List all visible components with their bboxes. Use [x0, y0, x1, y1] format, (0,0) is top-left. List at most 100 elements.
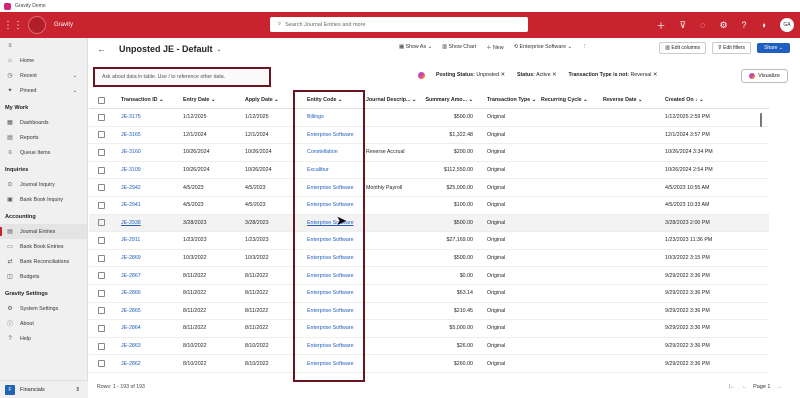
sidebar-item-home[interactable]: ⌂ Home	[0, 53, 87, 68]
entity-code-link[interactable]: Enterprise Software	[299, 308, 361, 314]
sidebar-item-recent[interactable]: ◷ Recent ⌄	[0, 68, 87, 83]
transaction-id-link[interactable]: JE-2911	[113, 237, 175, 243]
transaction-id-link[interactable]: JE-2941	[113, 202, 175, 208]
gear-icon[interactable]: ⚙	[719, 20, 727, 31]
row-checkbox[interactable]	[89, 272, 113, 280]
more-commands-icon[interactable]: ⋮	[582, 44, 587, 50]
show-chart-button[interactable]: ▥ Show Chart	[442, 44, 476, 50]
table-row[interactable]: JE-2938 3/28/2023 3/28/2023 Enterprise Soft…	[89, 214, 769, 233]
copilot-icon[interactable]: ◑	[761, 20, 766, 30]
add-icon[interactable]: ＋	[657, 19, 666, 32]
entity-code-link[interactable]: Enterprise Software	[299, 273, 361, 279]
new-button[interactable]: ＋ New	[486, 43, 503, 51]
table-row[interactable]: JE-2865 8/11/2022 8/11/2022 Enterprise Soft…	[89, 303, 769, 321]
row-checkbox[interactable]	[89, 360, 113, 368]
row-checkbox[interactable]	[89, 201, 113, 209]
entity-code-link[interactable]: Enterprise Software	[299, 255, 361, 261]
select-all-checkbox[interactable]	[89, 96, 113, 104]
filter-icon[interactable]: ⊽	[680, 20, 687, 31]
entity-code-link[interactable]: Constellation	[299, 149, 361, 155]
transaction-id-link[interactable]: JE-2867	[113, 273, 175, 279]
transaction-id-link[interactable]: JE-3109	[113, 167, 175, 173]
remove-filter-icon[interactable]: ✕	[499, 72, 505, 78]
column-header[interactable]: Transaction Type ⌄	[479, 97, 539, 103]
ask-copilot-input[interactable]: Ask about data in table. Use / to refere…	[93, 67, 271, 87]
sidebar-item-help[interactable]: ? Help	[0, 331, 87, 346]
entity-code-link[interactable]: Billings	[299, 114, 361, 120]
transaction-id-link[interactable]: JE-2942	[113, 185, 175, 191]
copilot-icon[interactable]	[418, 72, 425, 79]
column-header[interactable]: Entity Code ⌄	[299, 97, 361, 103]
transaction-id-link[interactable]: JE-2866	[113, 290, 175, 296]
app-launcher-icon[interactable]: ⋮⋮	[0, 20, 26, 31]
avatar[interactable]: GA	[780, 18, 794, 32]
filter-chip[interactable]: Status: Active ✕	[517, 72, 557, 78]
sidebar-item-budgets[interactable]: ◫ Budgets	[0, 269, 87, 284]
row-checkbox[interactable]	[89, 148, 113, 156]
transaction-id-link[interactable]: JE-2865	[113, 308, 175, 314]
sidebar-item-about[interactable]: ⓘ About	[0, 316, 87, 331]
row-checkbox[interactable]	[89, 166, 113, 174]
table-row[interactable]: JE-3175 1/12/2025 1/12/2025 Billings $500.00…	[89, 109, 769, 127]
page-title[interactable]: Unposted JE - Default	[119, 44, 213, 54]
row-checkbox[interactable]	[89, 219, 113, 227]
row-checkbox[interactable]	[89, 289, 113, 297]
entity-code-link[interactable]: Enterprise Software	[299, 202, 361, 208]
transaction-id-link[interactable]: JE-3165	[113, 132, 175, 138]
visualize-button[interactable]: Visualize	[741, 69, 788, 83]
lightbulb-icon[interactable]: ◌	[700, 20, 705, 30]
back-arrow-icon[interactable]: ←	[97, 44, 107, 54]
row-checkbox[interactable]	[89, 307, 113, 315]
sidebar-item-queue-items[interactable]: ≡ Queue Items	[0, 145, 87, 160]
column-header[interactable]: Recurring Cycle ⌄	[539, 97, 601, 103]
row-checkbox[interactable]	[89, 131, 113, 139]
chevron-down-icon[interactable]: ⌄	[73, 88, 77, 94]
area-switcher[interactable]: F Financials ⇕	[0, 380, 88, 398]
table-row[interactable]: JE-2869 10/3/2022 10/3/2022 Enterprise Soft…	[89, 250, 769, 268]
column-header[interactable]: Apply Date ⌄	[237, 97, 299, 103]
transaction-id-link[interactable]: JE-3175	[113, 114, 175, 120]
edit-filters-button[interactable]: ⊽ Edit filters	[712, 42, 752, 54]
table-row[interactable]: JE-2942 4/5/2023 4/5/2023 Enterprise Softwa…	[89, 179, 769, 197]
transaction-id-link[interactable]: JE-2938	[113, 220, 175, 226]
first-page-icon[interactable]: |←	[729, 384, 736, 390]
table-row[interactable]: JE-2864 8/11/2022 8/11/2022 Enterprise Soft…	[89, 320, 769, 338]
next-page-icon[interactable]: →	[777, 384, 783, 390]
share-button[interactable]: Share ⌄	[757, 43, 790, 53]
entity-code-link[interactable]: Enterprise Software	[299, 325, 361, 331]
transaction-id-link[interactable]: JE-2863	[113, 343, 175, 349]
entity-code-link[interactable]: Enterprise Software	[299, 185, 361, 191]
show-as-button[interactable]: ▦ Show As ⌄	[399, 44, 432, 50]
filter-chip[interactable]: Posting Status: Unposted ✕	[436, 72, 505, 78]
column-header[interactable]: Entry Date ⌄	[175, 97, 237, 103]
enterprise-software-button[interactable]: ⟲ Enterprise Software ⌄	[514, 44, 572, 50]
column-header[interactable]: Summary Amo... ⌄	[423, 97, 479, 103]
transaction-id-link[interactable]: JE-2869	[113, 255, 175, 261]
prev-page-icon[interactable]: ←	[742, 384, 748, 390]
transaction-id-link[interactable]: JE-2862	[113, 361, 175, 367]
sidebar-item-journal-inquiry[interactable]: ⊙ Journal Inquiry	[0, 177, 87, 192]
sidebar-item-journal-entries[interactable]: ▤ Journal Entries	[0, 224, 87, 239]
column-header[interactable]: Created On ↓ ⌄	[663, 97, 753, 103]
entity-code-link[interactable]: Excalibur	[299, 167, 361, 173]
sidebar-item-reports[interactable]: ▤ Reports	[0, 130, 87, 145]
table-row[interactable]: JE-2911 1/23/2023 1/23/2023 Enterprise Soft…	[89, 232, 769, 250]
column-header[interactable]: Journal Descrip... ⌄	[361, 97, 423, 103]
entity-code-link[interactable]: Enterprise Software	[299, 220, 361, 226]
entity-code-link[interactable]: Enterprise Software	[299, 237, 361, 243]
table-row[interactable]: JE-3160 10/26/2024 10/26/2024 Constellation…	[89, 144, 769, 162]
table-row[interactable]: JE-2867 8/11/2022 8/11/2022 Enterprise Soft…	[89, 267, 769, 285]
chevron-down-icon[interactable]: ⌄	[73, 73, 77, 79]
vertical-scrollbar[interactable]	[760, 113, 762, 127]
entity-code-link[interactable]: Enterprise Software	[299, 290, 361, 296]
sidebar-item-bank-reconciliations[interactable]: ⇄ Bank Reconciliations	[0, 254, 87, 269]
table-row[interactable]: JE-2863 8/10/2022 8/10/2022 Enterprise Soft…	[89, 338, 769, 356]
edit-columns-button[interactable]: ▥ Edit columns	[659, 42, 707, 54]
hamburger-menu[interactable]: ≡	[0, 38, 87, 53]
table-row[interactable]: JE-2866 8/11/2022 8/11/2022 Enterprise Soft…	[89, 285, 769, 303]
sidebar-item-bank-book-inquiry[interactable]: ▣ Bank Book Inquiry	[0, 192, 87, 207]
global-search-input[interactable]: ⌕ Search Journal Entries and more	[270, 17, 528, 32]
table-row[interactable]: JE-3109 10/26/2024 10/26/2024 Excalibur $112…	[89, 162, 769, 180]
app-name[interactable]: Gravity	[54, 22, 73, 28]
remove-filter-icon[interactable]: ✕	[651, 72, 657, 78]
